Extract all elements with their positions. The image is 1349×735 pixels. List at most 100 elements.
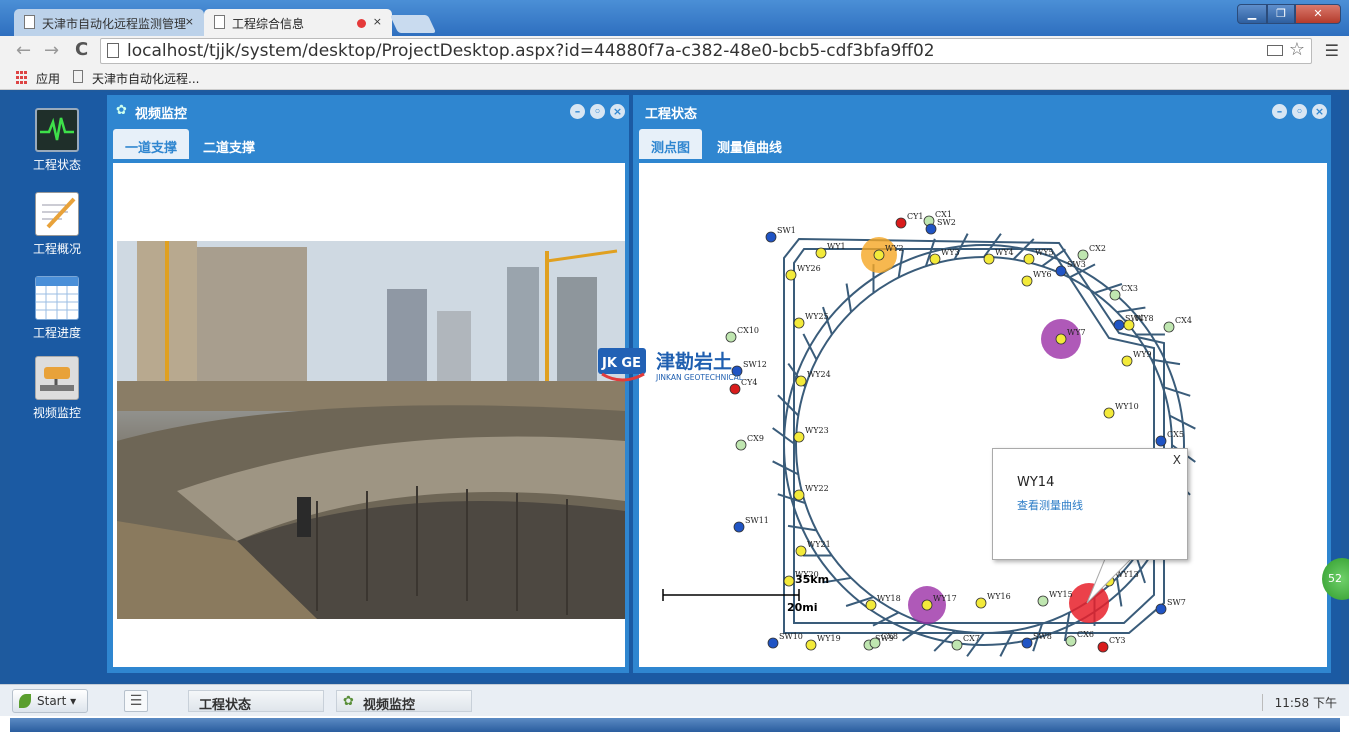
measuring-point-marker[interactable] (1121, 355, 1133, 367)
bookmark-item[interactable]: 天津市自动化远程... (92, 70, 199, 87)
desktop-icon-video-monitoring[interactable]: 视频监控 (10, 356, 104, 421)
start-button[interactable]: Start ▾ (12, 689, 88, 713)
minimize-window-icon[interactable]: – (1272, 104, 1287, 119)
tab-measuring-points[interactable]: 测点图 (639, 129, 703, 159)
measuring-point-marker[interactable] (1103, 407, 1115, 419)
list-icon[interactable]: ☰ (124, 690, 148, 712)
tab-measurement-curve[interactable]: 测量值曲线 (705, 129, 794, 159)
close-window-button[interactable]: ✕ (1295, 4, 1341, 24)
reload-icon[interactable]: C (75, 39, 88, 60)
tab-first-support[interactable]: 一道支撑 (113, 129, 190, 159)
measuring-point-map[interactable]: SW1 CY1 CX1 SW2 WY1 WY2 WY3 WY4 WY5 WY6 CX2 SW3 WY26… (639, 163, 1327, 667)
close-window-icon[interactable]: × (610, 104, 625, 119)
minimize-button[interactable]: ▁ (1237, 4, 1267, 24)
close-tab-icon[interactable]: × (185, 15, 194, 28)
measuring-point-marker[interactable] (785, 269, 797, 281)
measuring-point-label: CX8 (881, 632, 898, 641)
close-window-icon[interactable]: × (1312, 104, 1327, 119)
measuring-point-label: WY24 (807, 370, 831, 379)
map-canvas[interactable]: SW1CY1 CX1SW2WY1 WY2 WY3 WY4 WY5WY6CX2SW3WY26… (639, 163, 1327, 667)
measuring-point-marker[interactable] (735, 439, 747, 451)
browser-tab-project-info[interactable]: 工程综合信息 × (204, 9, 392, 36)
measuring-point-label: WY10 (1115, 402, 1139, 411)
desktop-icon-project-overview[interactable]: 工程概况 (10, 192, 104, 257)
bookmark-star-icon[interactable]: ☆ (1289, 39, 1305, 60)
measuring-point-marker[interactable] (767, 637, 779, 649)
measuring-point-label: WY7 (1067, 328, 1086, 337)
url-text[interactable]: localhost/tjjk/system/desktop/ProjectDes… (127, 41, 935, 61)
measuring-point-marker[interactable] (815, 247, 827, 259)
tab-second-support[interactable]: 二道支撑 (191, 129, 267, 159)
measuring-point-marker[interactable] (1023, 253, 1035, 265)
measuring-point-marker[interactable] (925, 223, 937, 235)
measuring-point-marker[interactable] (1021, 637, 1033, 649)
restore-window-icon[interactable]: ◦ (590, 104, 605, 119)
measuring-point-marker[interactable] (793, 317, 805, 329)
measuring-point-marker[interactable] (805, 639, 817, 651)
measuring-point-marker[interactable] (983, 253, 995, 265)
camera-permission-icon[interactable] (1267, 45, 1283, 56)
measuring-point-marker[interactable] (1055, 333, 1067, 345)
measuring-point-label: WY23 (805, 426, 829, 435)
measuring-point-marker[interactable] (725, 331, 737, 343)
measuring-point-marker[interactable] (895, 217, 907, 229)
measuring-point-marker[interactable] (1065, 635, 1077, 647)
pulse-monitor-icon (35, 108, 79, 152)
close-popup-button[interactable]: X (1173, 453, 1181, 467)
back-arrow-icon[interactable]: ← (16, 40, 31, 61)
apps-bookmark[interactable]: 应用 (36, 70, 60, 87)
minimize-window-icon[interactable]: – (570, 104, 585, 119)
measuring-point-label: SW1 (777, 226, 796, 235)
measuring-point-marker[interactable] (1077, 249, 1089, 261)
measuring-point-marker[interactable] (873, 249, 885, 261)
video-tabs: 一道支撑 二道支撑 (107, 127, 629, 161)
measuring-point-marker[interactable] (795, 545, 807, 557)
measuring-point-marker[interactable] (1055, 265, 1067, 277)
desktop-taskbar: Start ▾ ☰ 工程状态 ✿ 视频监控 11:58 下午 (0, 684, 1349, 716)
gear-icon: ✿ (116, 103, 127, 118)
measuring-point-marker[interactable] (1113, 319, 1125, 331)
window-titlebar[interactable]: ✿ 视频监控 – ◦ × (107, 95, 629, 127)
menu-icon[interactable]: ☰ (1325, 41, 1339, 60)
measuring-point-marker[interactable] (793, 431, 805, 443)
measuring-point-marker[interactable] (793, 489, 805, 501)
measuring-point-marker[interactable] (733, 521, 745, 533)
forward-arrow-icon[interactable]: → (44, 40, 59, 61)
desktop-icon-project-status[interactable]: 工程状态 (10, 108, 104, 173)
close-tab-icon[interactable]: × (373, 15, 382, 28)
measuring-point-marker[interactable] (921, 599, 933, 611)
measuring-point-marker[interactable] (1037, 595, 1049, 607)
measuring-point-marker[interactable] (765, 231, 777, 243)
maximize-button[interactable]: ❐ (1267, 4, 1295, 24)
measuring-point-label: WY6 (1033, 270, 1052, 279)
measuring-point-marker[interactable] (795, 375, 807, 387)
measuring-point-label: WY9 (1133, 350, 1152, 359)
desktop-icon-project-progress[interactable]: 工程进度 (10, 276, 104, 341)
address-bar[interactable]: localhost/tjjk/system/desktop/ProjectDes… (100, 38, 1312, 64)
task-item-project-status[interactable]: 工程状态 (188, 690, 324, 713)
measuring-point-marker[interactable] (951, 639, 963, 651)
measuring-point-marker[interactable] (929, 253, 941, 265)
measuring-point-marker[interactable] (1155, 435, 1167, 447)
restore-window-icon[interactable]: ◦ (1292, 104, 1307, 119)
window-titlebar[interactable]: 工程状态 – ◦ × (633, 95, 1331, 127)
desktop-icon-label: 工程状态 (32, 158, 81, 172)
measuring-point-marker[interactable] (1109, 289, 1121, 301)
measuring-point-marker[interactable] (975, 597, 987, 609)
apps-grid-icon[interactable] (16, 71, 30, 85)
measuring-point-label: CX4 (1175, 316, 1192, 325)
view-curve-link[interactable]: 查看测量曲线 (1017, 497, 1083, 513)
measuring-point-marker[interactable] (1123, 319, 1135, 331)
measuring-point-marker[interactable] (1097, 641, 1109, 653)
measuring-point-marker[interactable] (869, 637, 881, 649)
construction-site-video[interactable] (117, 241, 625, 619)
measuring-point-marker[interactable] (1163, 321, 1175, 333)
measuring-point-label: SW3 (1067, 260, 1086, 269)
measuring-point-marker[interactable] (865, 599, 877, 611)
measuring-point-marker[interactable] (1021, 275, 1033, 287)
measuring-point-marker[interactable] (783, 575, 795, 587)
task-item-video-monitoring[interactable]: ✿ 视频监控 (336, 690, 472, 713)
new-tab-button[interactable] (389, 15, 437, 33)
measuring-point-marker[interactable] (1155, 603, 1167, 615)
browser-tab-monitoring[interactable]: 天津市自动化远程监测管理 × (14, 9, 204, 36)
